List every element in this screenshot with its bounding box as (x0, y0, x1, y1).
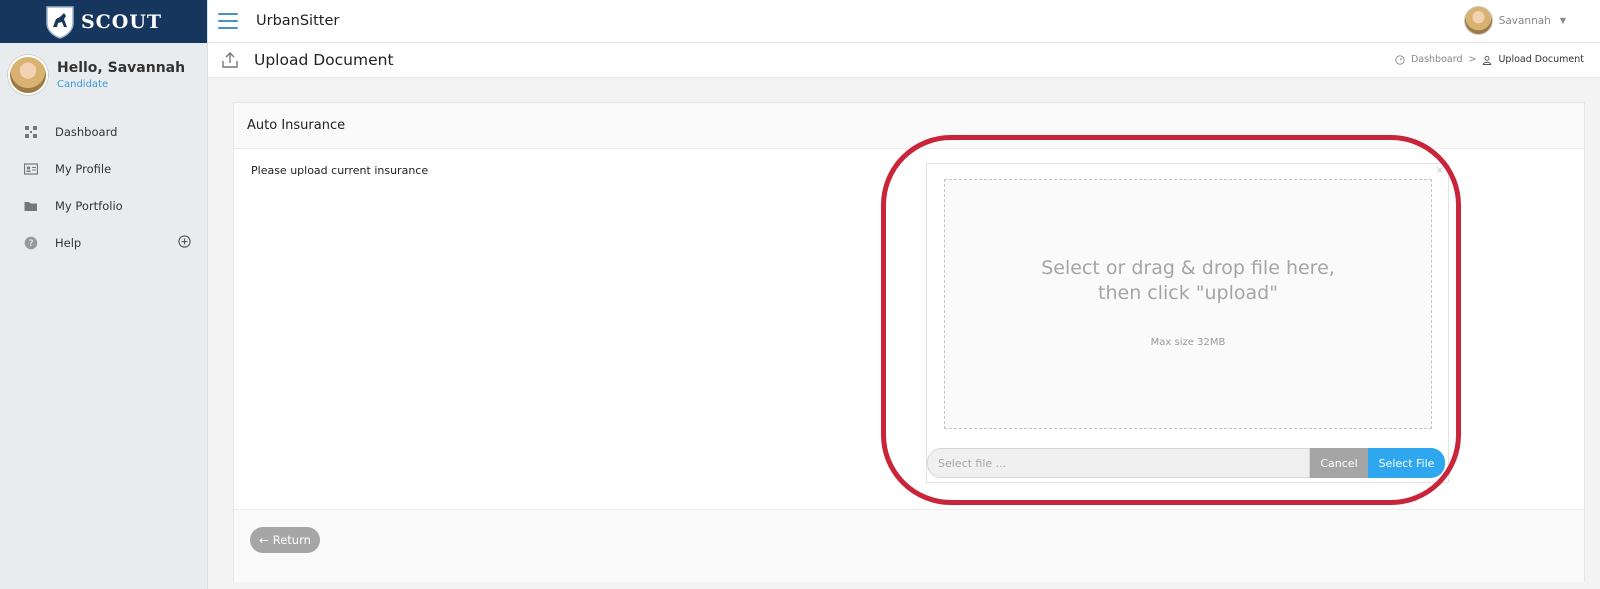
page-title: Upload Document (254, 51, 394, 69)
dashboard-icon (25, 125, 37, 138)
return-button[interactable]: ← Return (250, 527, 320, 553)
sidebar-item-help[interactable]: ? Help (0, 224, 207, 261)
sidebar-item-label: Dashboard (55, 124, 118, 139)
brand-logo[interactable]: SCOUT (0, 0, 207, 43)
sidebar-item-my-portfolio[interactable]: My Portfolio (0, 187, 207, 224)
user-name: Savannah (1498, 14, 1551, 27)
sidebar-item-my-profile[interactable]: My Profile (0, 150, 207, 187)
help-icon: ? (24, 236, 38, 249)
chevron-right-icon: > (1468, 54, 1477, 65)
cancel-button[interactable]: Cancel (1310, 448, 1368, 478)
drop-zone-line-2: then click "upload" (1098, 282, 1278, 304)
sidebar-item-label: Help (55, 235, 82, 250)
max-size-note: Max size 32MB (1150, 337, 1226, 348)
upload-panel: Auto Insurance Please upload current ins… (233, 102, 1585, 582)
breadcrumb-current: Upload Document (1498, 54, 1584, 65)
breadcrumb-link-dashboard[interactable]: Dashboard (1411, 54, 1463, 65)
breadcrumb: Dashboard > Upload Document (1395, 54, 1584, 65)
top-bar: UrbanSitter Savannah ▼ (208, 0, 1600, 43)
return-label: Return (272, 533, 311, 547)
folder-icon (24, 201, 37, 211)
panel-title: Auto Insurance (234, 103, 1584, 149)
panel-footer: ← Return (234, 509, 1584, 582)
file-name-input[interactable] (927, 448, 1310, 478)
drop-zone-text: Select or drag & drop file here, then cl… (945, 256, 1431, 306)
upload-instruction: Please upload current insurance (251, 164, 429, 177)
dashboard-icon (1395, 54, 1405, 65)
sidebar-nav: Dashboard My Profile My Portfolio ? Help (0, 113, 207, 261)
user-icon (1483, 55, 1492, 65)
arrow-left-icon: ← (259, 533, 269, 547)
plus-circle-icon[interactable] (178, 235, 191, 248)
select-file-button[interactable]: Select File (1368, 448, 1445, 478)
user-role: Candidate (57, 79, 109, 90)
organization-name: UrbanSitter (256, 13, 340, 29)
chevron-down-icon: ▼ (1559, 16, 1566, 25)
file-uploader: × Select or drag & drop file here, then … (926, 163, 1449, 483)
sidebar-item-dashboard[interactable]: Dashboard (0, 113, 207, 150)
sidebar-item-label: My Portfolio (55, 198, 123, 213)
profile-card-icon (24, 162, 38, 175)
drop-zone[interactable]: Select or drag & drop file here, then cl… (944, 179, 1432, 429)
svg-text:?: ? (29, 239, 34, 249)
close-icon[interactable]: × (1436, 165, 1444, 176)
sidebar-item-label: My Profile (55, 161, 112, 176)
avatar[interactable] (8, 55, 48, 95)
shield-logo-icon (46, 5, 74, 39)
user-greeting: Hello, Savannah (57, 60, 186, 76)
user-menu[interactable]: Savannah ▼ (1463, 6, 1566, 35)
drop-zone-line-1: Select or drag & drop file here, (1041, 257, 1335, 279)
avatar (1463, 6, 1493, 35)
page-header: Upload Document Dashboard > Upload Docum… (208, 43, 1600, 78)
sidebar: SCOUT Hello, Savannah Candidate Dashboar… (0, 0, 208, 589)
user-profile-summary: Hello, Savannah Candidate (0, 43, 207, 107)
upload-icon (222, 52, 238, 68)
hamburger-menu-icon[interactable] (218, 13, 238, 29)
brand-name: SCOUT (80, 10, 163, 33)
